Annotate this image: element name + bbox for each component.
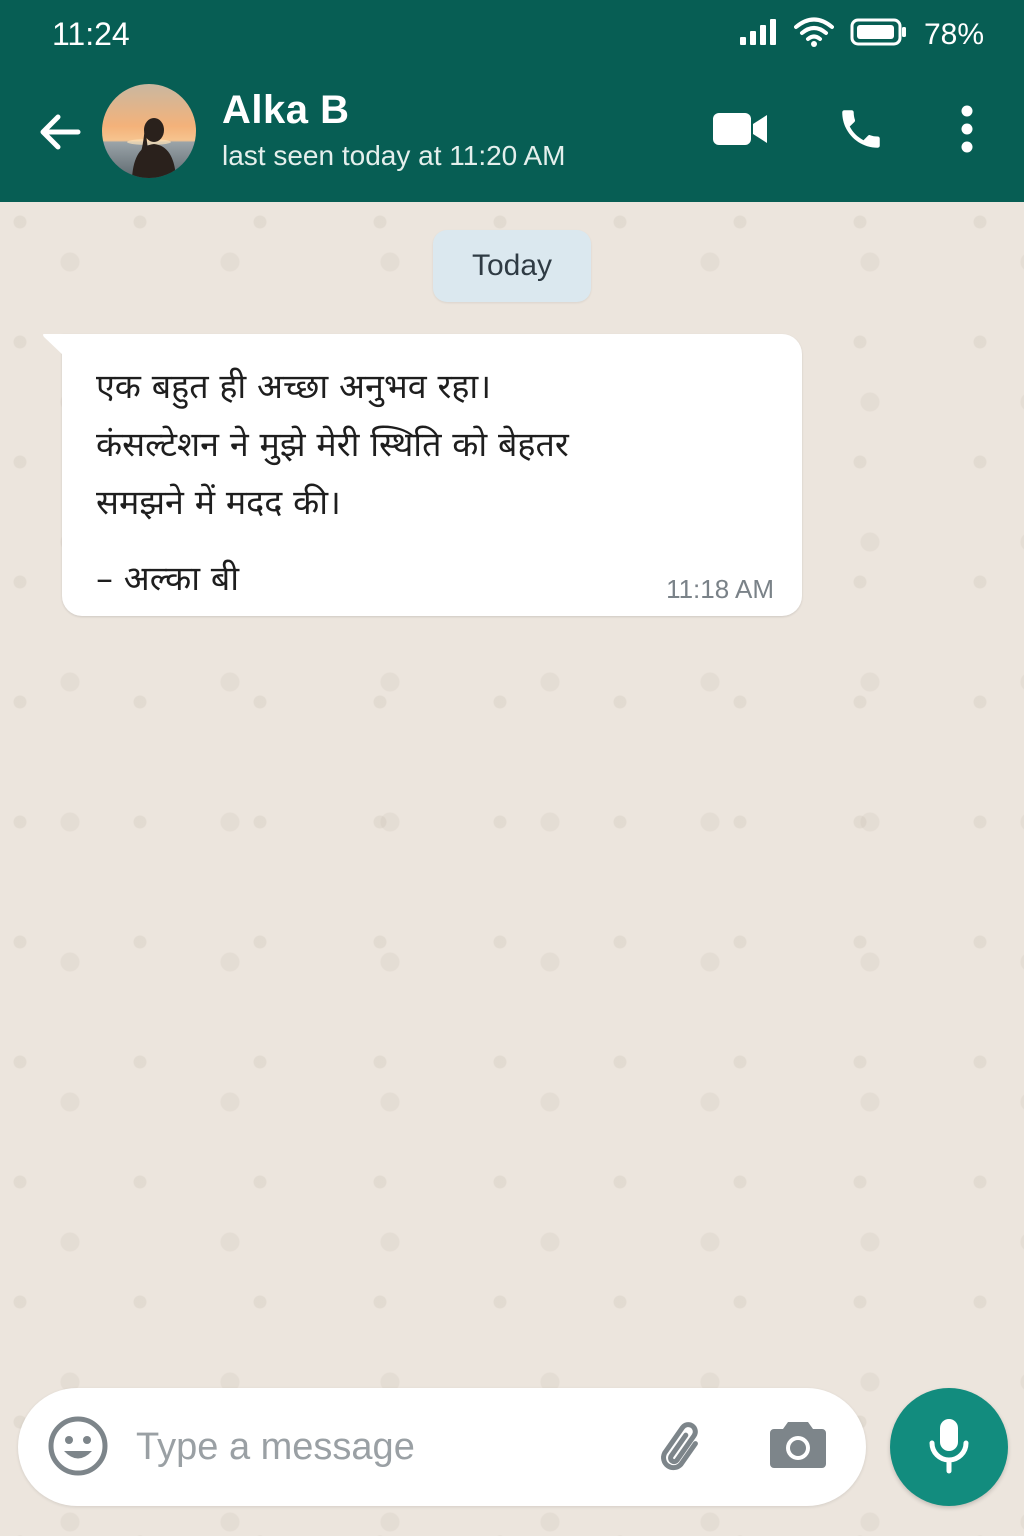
more-options-button[interactable] — [942, 98, 992, 164]
voice-message-button[interactable] — [890, 1388, 1008, 1506]
avatar[interactable] — [102, 84, 196, 178]
mic-icon — [926, 1415, 972, 1480]
contact-last-seen: last seen today at 11:20 AM — [222, 140, 566, 171]
chat-area[interactable]: Today एक बहुत ही अच्छा अनुभव रहा। कंसल्ट… — [0, 202, 1024, 1536]
emoji-icon — [46, 1416, 110, 1482]
message-input[interactable] — [136, 1418, 636, 1476]
message-timestamp: 11:18 AM — [666, 574, 774, 604]
status-time: 11:24 — [52, 16, 130, 52]
battery-icon — [850, 17, 908, 52]
message-composer — [18, 1388, 866, 1506]
camera-icon — [768, 1422, 828, 1476]
more-vertical-icon — [959, 105, 975, 158]
attach-icon — [650, 1422, 714, 1484]
bubble-tail — [43, 334, 64, 356]
status-bar: 11:24 78% — [0, 0, 1024, 72]
battery-percent: 78% — [923, 17, 984, 51]
voice-call-button[interactable] — [826, 98, 896, 164]
back-arrow-icon — [38, 112, 82, 157]
phone-icon — [836, 104, 886, 159]
message-signature: – अल्का बी — [96, 559, 240, 599]
message-text-line: कंसल्टेशन ने मुझे मेरी स्थिति को बेहतर — [96, 425, 569, 465]
message-text-line: एक बहुत ही अच्छा अनुभव रहा। — [96, 367, 492, 407]
back-button[interactable] — [30, 104, 90, 164]
contact-name[interactable]: Alka B — [222, 88, 350, 133]
wifi-icon — [793, 16, 834, 53]
message-text-line: समझने में मदद की। — [96, 483, 341, 523]
status-icons: 78% — [738, 16, 984, 53]
chat-screen: 11:24 78% Alka B last seen today at 11:2… — [0, 0, 1024, 1536]
chat-header: Alka B last seen today at 11:20 AM — [0, 72, 1024, 202]
video-call-icon — [711, 110, 769, 153]
message-bubble[interactable]: एक बहुत ही अच्छा अनुभव रहा। कंसल्टेशन ने… — [43, 334, 802, 616]
signal-icon — [738, 17, 778, 52]
video-call-button[interactable] — [700, 98, 780, 164]
camera-button[interactable] — [768, 1416, 838, 1480]
emoji-button[interactable] — [46, 1414, 110, 1478]
date-chip: Today — [433, 230, 591, 302]
attach-button[interactable] — [650, 1416, 720, 1480]
